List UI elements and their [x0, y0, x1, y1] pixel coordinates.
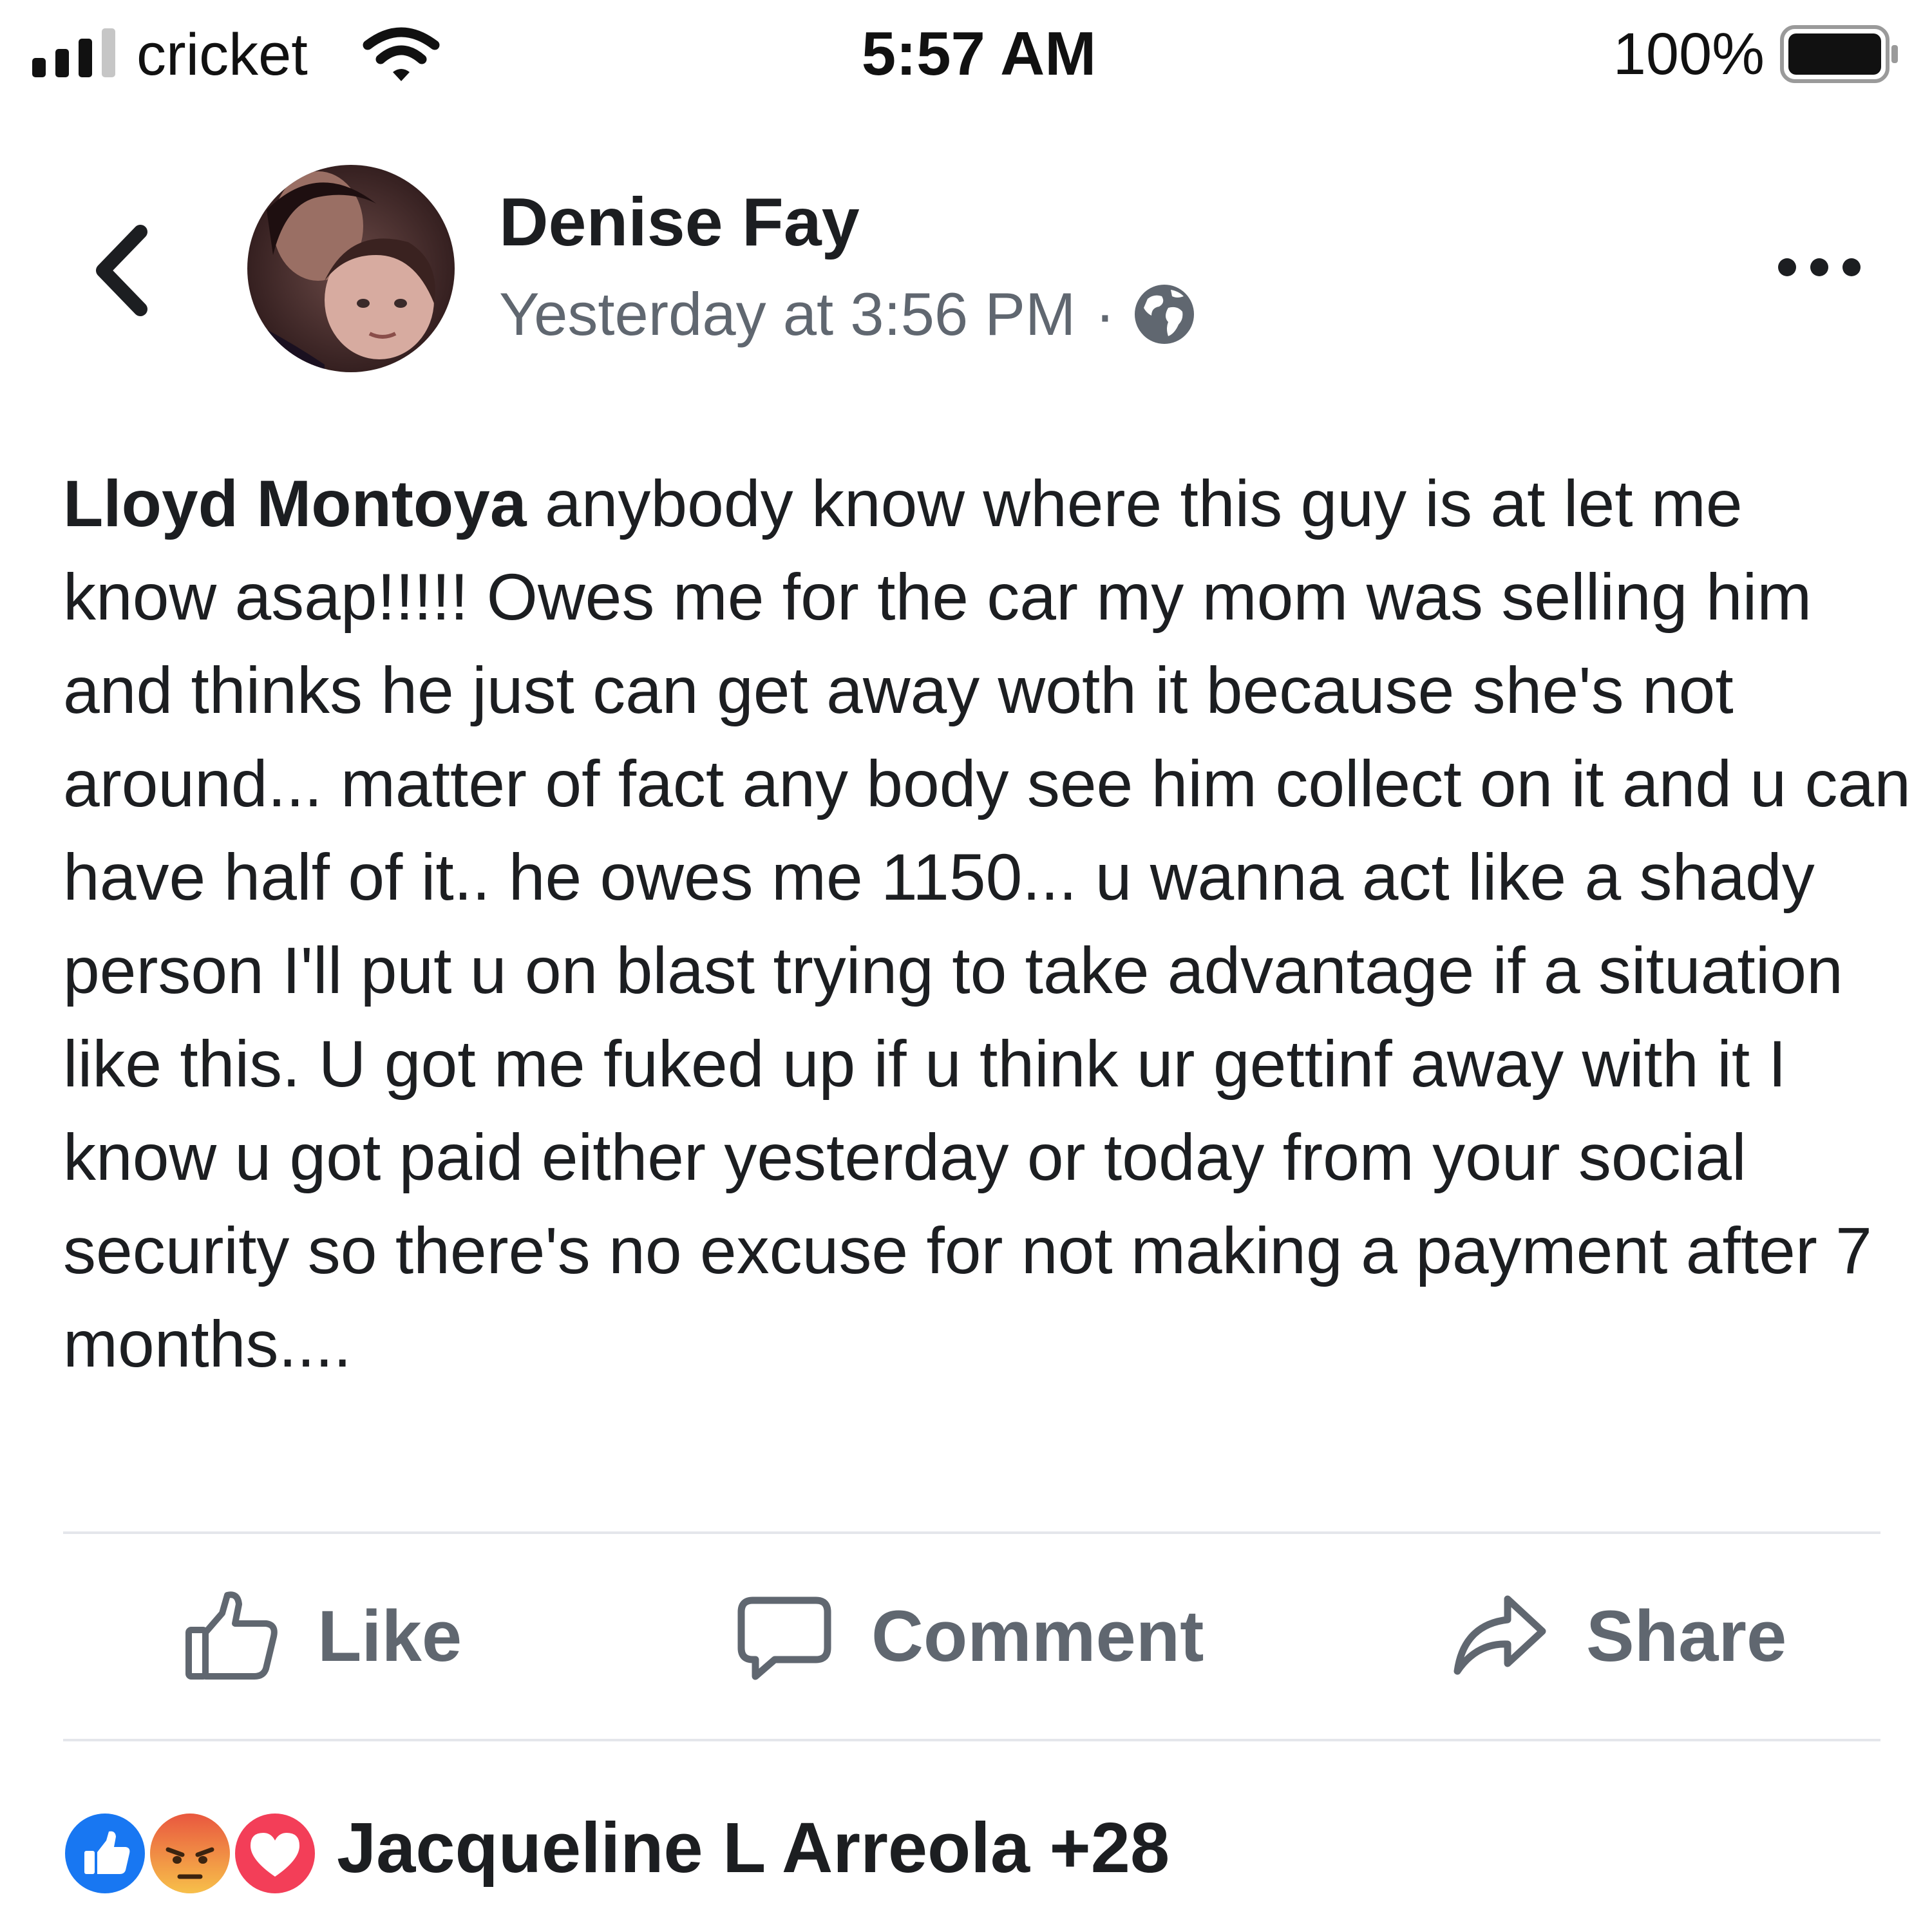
facebook-post-screen: cricket 5:57 AM 100% Denise Fay Yesterda… — [0, 0, 1932, 1932]
cellular-signal-icon — [32, 28, 116, 77]
reaction-summary[interactable]: Jacqueline L Arreola +28 — [337, 1806, 1170, 1890]
post-timestamp[interactable]: Yesterday at 3:56 PM — [499, 274, 1075, 355]
thumbs-up-icon — [185, 1591, 278, 1680]
globe-icon — [1134, 285, 1194, 344]
more-options-icon[interactable] — [1771, 245, 1868, 290]
carrier-name: cricket — [137, 22, 308, 88]
post-message: anybody know where this guy is at let me… — [63, 467, 1911, 1381]
divider-top — [63, 1531, 1880, 1534]
comment-button[interactable]: Comment — [736, 1584, 1204, 1687]
status-time: 5:57 AM — [861, 19, 1097, 88]
status-bar: cricket 5:57 AM 100% — [0, 0, 1932, 109]
like-reaction-icon — [61, 1810, 149, 1897]
share-arrow-icon — [1454, 1595, 1546, 1675]
comment-bubble-icon — [737, 1596, 831, 1680]
meta-separator: · — [1095, 280, 1115, 348]
post-author-name[interactable]: Denise Fay — [499, 182, 860, 263]
wifi-icon — [363, 27, 440, 81]
love-reaction-icon — [231, 1810, 319, 1897]
tagged-person-link[interactable]: Lloyd Montoya — [63, 467, 527, 540]
battery-icon — [1780, 25, 1898, 83]
reaction-icons[interactable] — [61, 1803, 345, 1897]
like-button[interactable]: Like — [182, 1584, 462, 1687]
avatar[interactable] — [247, 165, 455, 372]
comment-label: Comment — [871, 1595, 1204, 1676]
divider-bottom — [63, 1739, 1880, 1741]
angry-reaction-icon — [146, 1810, 234, 1897]
post-text: Lloyd Montoya anybody know where this gu… — [63, 457, 1911, 1391]
post-meta: Yesterday at 3:56 PM · — [499, 274, 1197, 355]
back-chevron-icon[interactable] — [84, 219, 161, 322]
share-button[interactable]: Share — [1451, 1584, 1786, 1687]
battery-percent: 100% — [1613, 21, 1765, 87]
like-label: Like — [317, 1595, 462, 1676]
share-label: Share — [1586, 1595, 1787, 1676]
